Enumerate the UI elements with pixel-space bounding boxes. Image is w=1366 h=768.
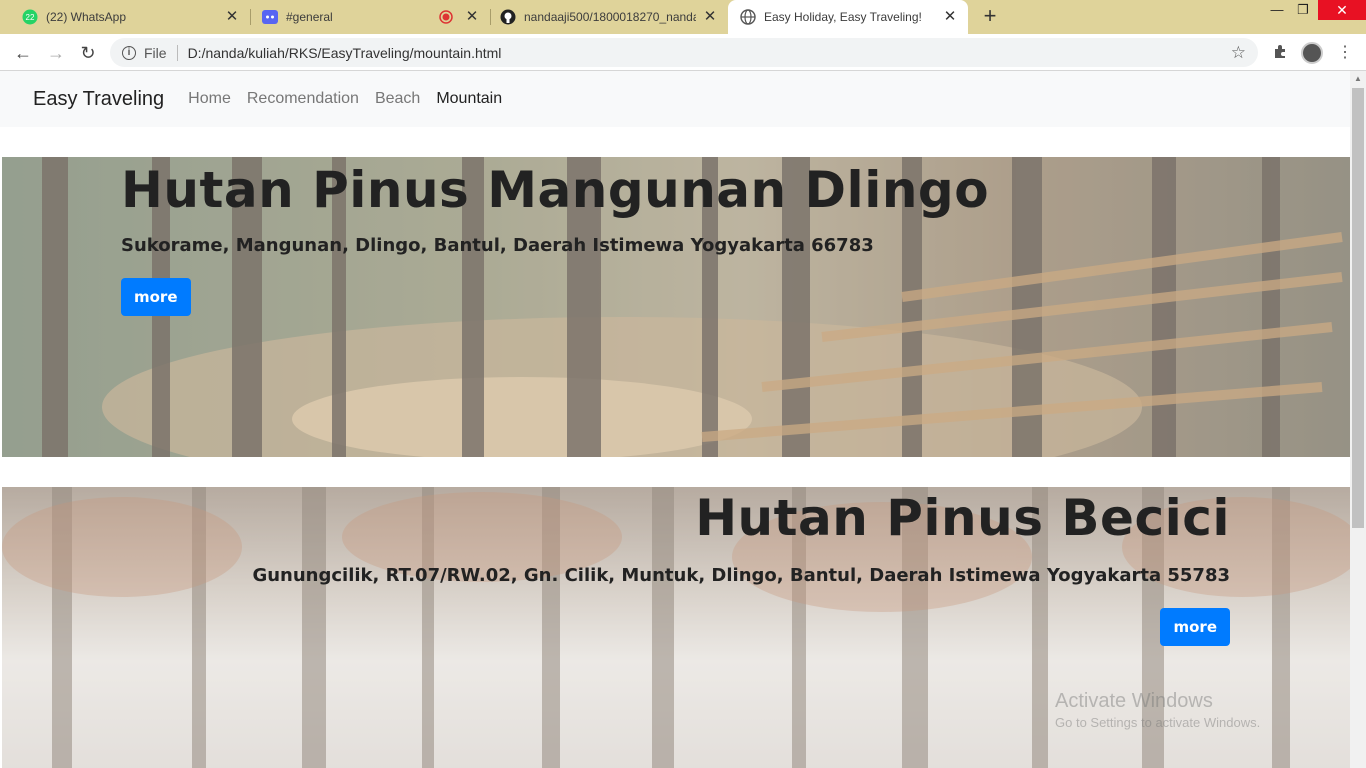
activate-windows-subtitle: Go to Settings to activate Windows. [1055,715,1261,730]
forward-button[interactable]: → [45,42,67,64]
tab-title: (22) WhatsApp [46,10,127,24]
tab-close-icon[interactable]: ✕ [702,9,718,25]
tab-close-icon[interactable]: ✕ [942,9,958,25]
site-navbar: Easy Traveling Home Recomendation Beach … [0,71,1350,127]
nav-link-beach[interactable]: Beach [375,90,420,108]
profile-avatar[interactable] [1301,42,1323,64]
nav-link-recomendation[interactable]: Recomendation [247,90,359,108]
activate-windows-title: Activate Windows [1055,690,1213,712]
hero-mangunan: Hutan Pinus Mangunan Dlingo Sukorame, Ma… [2,157,1350,457]
browser-toolbar: ← → ↻ i File D:/nanda/kuliah/RKS/EasyTra… [0,34,1366,71]
window-close-button[interactable]: ✕ [1318,0,1366,20]
reload-button[interactable]: ↻ [77,42,99,64]
menu-kebab-icon[interactable]: ⋮ [1335,43,1355,63]
whatsapp-icon: 22 [22,9,38,25]
tab-strip: 22 (22) WhatsApp ✕ #general ✕ nandaaji50… [0,0,1366,34]
tab-easy-traveling[interactable]: Easy Holiday, Easy Traveling! ✕ [728,0,968,34]
discord-icon [262,9,278,25]
nav-link-mountain[interactable]: Mountain [436,90,502,108]
recording-icon [438,9,454,25]
bookmark-star-icon[interactable]: ☆ [1231,43,1246,63]
site-brand[interactable]: Easy Traveling [33,88,164,111]
globe-icon [740,9,756,25]
page-scrollbar[interactable]: ▲ [1350,71,1366,768]
hero-title: Hutan Pinus Mangunan Dlingo [121,161,990,219]
tab-title: nandaaji500/1800018270_nanda [524,10,696,24]
nav-link-home[interactable]: Home [188,90,231,108]
new-tab-button[interactable]: + [979,5,1001,27]
url-text: D:/nanda/kuliah/RKS/EasyTraveling/mounta… [187,44,502,61]
hero-address: Gunungcilik, RT.07/RW.02, Gn. Cilik, Mun… [252,565,1230,586]
scroll-up-arrow-icon[interactable]: ▲ [1354,74,1362,83]
more-button[interactable]: more [121,278,191,316]
more-button[interactable]: more [1160,608,1230,646]
scrollbar-thumb[interactable] [1352,88,1364,528]
omnibox-divider [176,44,178,61]
tab-title: Easy Holiday, Easy Traveling! [764,10,922,24]
info-icon[interactable]: i [122,45,136,60]
back-button[interactable]: ← [12,42,34,64]
scheme-label: File [144,44,167,61]
tab-close-icon[interactable]: ✕ [224,9,240,25]
hero-title: Hutan Pinus Becici [695,489,1230,547]
tab-title: #general [286,10,333,24]
hero-address: Sukorame, Mangunan, Dlingo, Bantul, Daer… [121,235,874,256]
maximize-button[interactable]: ❐ [1288,0,1318,20]
tab-whatsapp[interactable]: 22 (22) WhatsApp ✕ [0,0,250,34]
address-bar[interactable]: i File D:/nanda/kuliah/RKS/EasyTraveling… [110,38,1258,67]
tab-github[interactable]: nandaaji500/1800018270_nanda ✕ [478,0,728,34]
svg-text:22: 22 [26,13,35,22]
extensions-puzzle-icon[interactable] [1270,43,1290,63]
github-icon [500,9,516,25]
page-viewport: Easy Traveling Home Recomendation Beach … [0,71,1350,768]
tab-discord[interactable]: #general ✕ [240,0,490,34]
